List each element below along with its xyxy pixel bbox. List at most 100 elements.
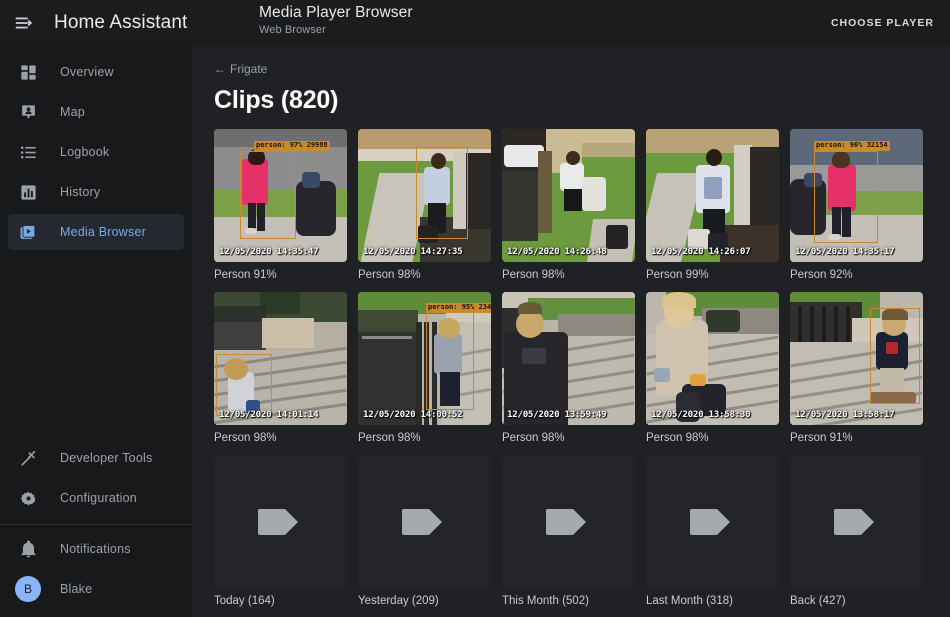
timestamp-overlay: 12/05/2020 14:01:14 <box>219 409 318 420</box>
folder-caption: Last Month (318) <box>646 595 779 607</box>
video-camera-icon <box>834 505 880 539</box>
media-card[interactable]: 12/05/2020 14:27:35 Person 98% <box>358 129 491 281</box>
media-thumbnail[interactable]: 12/05/2020 14:26:07 <box>646 129 779 262</box>
detection-label: person: 95% 23432 <box>426 303 491 313</box>
sidebar: Overview Map <box>0 46 192 617</box>
back-arrow-icon: ← <box>214 62 226 76</box>
sidebar-item-label: Media Browser <box>60 225 146 239</box>
media-thumbnail[interactable]: 12/05/2020 13:59:49 <box>502 292 635 425</box>
media-card[interactable]: 12/05/2020 13:58:30 Person 98% <box>646 292 779 444</box>
media-folder-card[interactable]: Back (427) <box>790 455 923 607</box>
media-card[interactable]: person: 97% 29988 12/05/2020 14:35:47 Pe… <box>214 129 347 281</box>
media-thumbnail[interactable]: person: 95% 23432 12/05/2020 14:00:52 <box>358 292 491 425</box>
sidebar-item-label: Overview <box>60 65 114 79</box>
media-card[interactable]: 12/05/2020 14:26:07 Person 99% <box>646 129 779 281</box>
thumbnail-scene <box>646 292 779 425</box>
media-folder-card[interactable]: Yesterday (209) <box>358 455 491 607</box>
timestamp-overlay: 12/05/2020 13:58:30 <box>651 409 750 420</box>
media-caption: Person 98% <box>214 432 347 444</box>
media-folder-card[interactable]: Today (164) <box>214 455 347 607</box>
timestamp-overlay: 12/05/2020 14:26:48 <box>507 246 606 257</box>
page-title: Clips (820) <box>214 86 950 115</box>
video-camera-icon <box>690 505 736 539</box>
media-card[interactable]: 12/05/2020 13:58:17 Person 91% <box>790 292 923 444</box>
timestamp-overlay: 12/05/2020 14:00:52 <box>363 409 462 420</box>
timestamp-overlay: 12/05/2020 14:35:17 <box>795 246 894 257</box>
media-browser-content: ← Frigate Clips (820) <box>192 46 950 617</box>
video-camera-icon <box>402 505 448 539</box>
sidebar-item-history[interactable]: History <box>8 174 184 210</box>
thumbnail-scene: person: 97% 29988 <box>214 129 347 262</box>
sidebar-spacer <box>0 254 192 440</box>
media-caption: Person 91% <box>214 269 347 281</box>
media-thumbnail[interactable]: 12/05/2020 14:01:14 <box>214 292 347 425</box>
media-thumbnail[interactable]: person: 96% 32154 12/05/2020 14:35:17 <box>790 129 923 262</box>
sidebar-item-label: Configuration <box>60 491 137 505</box>
media-card[interactable]: 12/05/2020 14:01:14 Person 98% <box>214 292 347 444</box>
folder-thumbnail[interactable] <box>646 455 779 588</box>
media-thumbnail[interactable]: 12/05/2020 13:58:17 <box>790 292 923 425</box>
format-list-bulleted-icon <box>16 140 40 164</box>
folder-caption: Yesterday (209) <box>358 595 491 607</box>
timestamp-overlay: 12/05/2020 13:59:49 <box>507 409 606 420</box>
play-box-multiple-icon <box>16 220 40 244</box>
sidebar-item-label: Blake <box>60 582 92 596</box>
media-caption: Person 99% <box>646 269 779 281</box>
folder-caption: Back (427) <box>790 595 923 607</box>
sidebar-item-logbook[interactable]: Logbook <box>8 134 184 170</box>
cog-icon <box>16 486 40 510</box>
media-thumbnail[interactable]: person: 97% 29988 12/05/2020 14:35:47 <box>214 129 347 262</box>
media-caption: Person 91% <box>790 432 923 444</box>
sidebar-item-media-browser[interactable]: Media Browser <box>8 214 184 250</box>
media-card[interactable]: 12/05/2020 14:26:48 Person 98% <box>502 129 635 281</box>
choose-player-button[interactable]: CHOOSE PLAYER <box>827 11 938 35</box>
media-thumbnail[interactable]: 12/05/2020 13:58:30 <box>646 292 779 425</box>
video-camera-icon <box>546 505 592 539</box>
chart-box-icon <box>16 180 40 204</box>
folder-thumbnail[interactable] <box>358 455 491 588</box>
top-app-bar: Home Assistant Media Player Browser Web … <box>0 0 950 46</box>
hammer-icon <box>16 446 40 470</box>
thumbnail-scene <box>358 129 491 262</box>
sidebar-item-developer-tools[interactable]: Developer Tools <box>8 440 184 476</box>
breadcrumb-back-link[interactable]: ← Frigate <box>214 62 267 76</box>
thumbnail-scene <box>790 292 923 425</box>
sidebar-bottom-group: Developer Tools Configuration <box>0 440 192 617</box>
view-dashboard-icon <box>16 60 40 84</box>
sidebar-item-configuration[interactable]: Configuration <box>8 480 184 516</box>
timestamp-overlay: 12/05/2020 14:27:35 <box>363 246 462 257</box>
media-card[interactable]: person: 95% 23432 12/05/2020 14:00:52 Pe… <box>358 292 491 444</box>
media-thumbnail[interactable]: 12/05/2020 14:27:35 <box>358 129 491 262</box>
thumbnail-scene <box>646 129 779 262</box>
media-card[interactable]: person: 96% 32154 12/05/2020 14:35:17 Pe… <box>790 129 923 281</box>
media-player-header: Media Player Browser Web Browser <box>259 4 413 36</box>
detection-label: person: 97% 29988 <box>254 141 330 151</box>
sidebar-item-user-profile[interactable]: B Blake <box>8 571 184 607</box>
sidebar-item-overview[interactable]: Overview <box>8 54 184 90</box>
sidebar-item-label: History <box>60 185 100 199</box>
folder-thumbnail[interactable] <box>214 455 347 588</box>
sidebar-divider <box>0 524 192 525</box>
breadcrumb-label: Frigate <box>230 62 267 76</box>
folder-caption: This Month (502) <box>502 595 635 607</box>
sidebar-item-map[interactable]: Map <box>8 94 184 130</box>
thumbnail-scene <box>502 292 635 425</box>
folder-thumbnail[interactable] <box>790 455 923 588</box>
sidebar-item-notifications[interactable]: Notifications <box>8 531 184 567</box>
folder-thumbnail[interactable] <box>502 455 635 588</box>
media-card[interactable]: 12/05/2020 13:59:49 Person 98% <box>502 292 635 444</box>
media-folder-card[interactable]: This Month (502) <box>502 455 635 607</box>
timestamp-overlay: 12/05/2020 13:58:17 <box>795 409 894 420</box>
video-camera-icon <box>258 505 304 539</box>
media-grid: person: 97% 29988 12/05/2020 14:35:47 Pe… <box>214 129 950 607</box>
media-caption: Person 98% <box>502 269 635 281</box>
thumbnail-scene <box>214 292 347 425</box>
media-caption: Person 98% <box>502 432 635 444</box>
sidebar-item-label: Map <box>60 105 85 119</box>
media-folder-card[interactable]: Last Month (318) <box>646 455 779 607</box>
bell-icon <box>16 537 40 561</box>
app-title: Home Assistant <box>54 12 187 34</box>
menu-open-icon[interactable] <box>0 0 48 46</box>
media-thumbnail[interactable]: 12/05/2020 14:26:48 <box>502 129 635 262</box>
thumbnail-scene: person: 96% 32154 <box>790 129 923 262</box>
